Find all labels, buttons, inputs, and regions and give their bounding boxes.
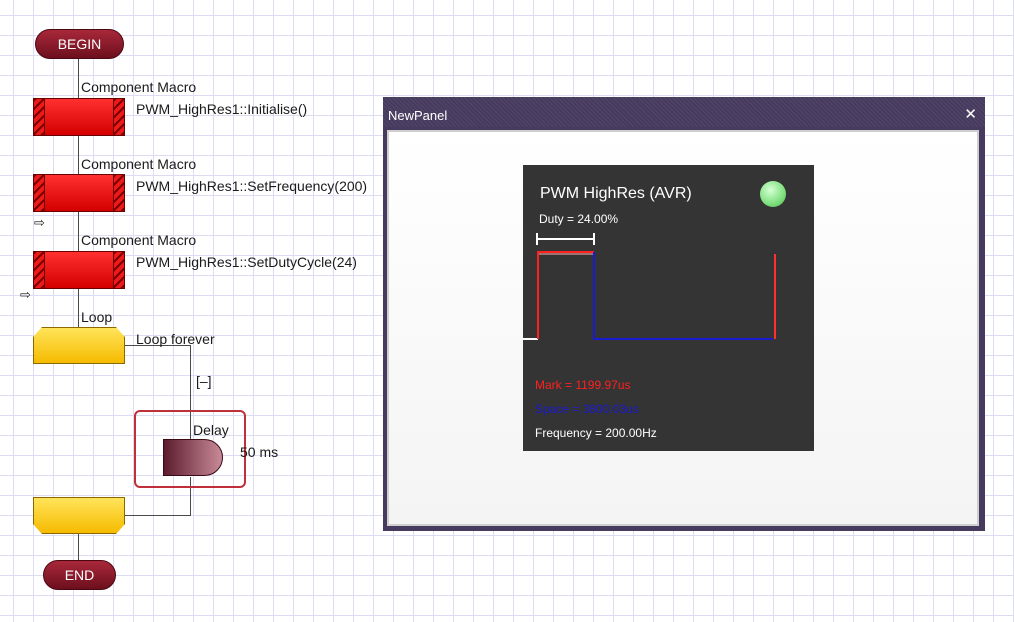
macro-hatch — [113, 175, 124, 211]
collapse-toggle[interactable]: [–] — [196, 373, 212, 389]
new-panel-window: NewPanel ✕ PWM HighRes (AVR) Duty = 24.0… — [383, 97, 985, 531]
connector-line — [78, 58, 79, 98]
arrow-icon: ⇨ — [34, 215, 45, 230]
loop-connector — [124, 515, 191, 516]
connector-line — [78, 289, 79, 327]
macro-hatch — [34, 175, 45, 211]
macro-block-initialise[interactable] — [33, 98, 125, 136]
connector-line — [78, 212, 79, 251]
connector-line — [78, 136, 79, 174]
arrow-icon: ⇨ — [20, 287, 31, 302]
connector-line — [78, 534, 79, 560]
begin-terminator[interactable]: BEGIN — [35, 29, 124, 59]
macro-type-label: Component Macro — [81, 232, 197, 248]
panel-body: PWM HighRes (AVR) Duty = 24.00% Mark = 1… — [387, 130, 979, 526]
macro-call-label: PWM_HighRes1::SetFrequency(200) — [136, 178, 368, 194]
loop-start-block[interactable] — [33, 327, 125, 364]
macro-call-label: PWM_HighRes1::Initialise() — [136, 101, 308, 117]
delay-type-label: Delay — [193, 422, 229, 438]
mark-trace — [537, 251, 594, 339]
macro-block-setdutycycle[interactable] — [33, 251, 125, 289]
space-label: Space = 3800.03us — [535, 402, 639, 416]
macro-type-label: Component Macro — [81, 79, 197, 95]
loop-end-block[interactable] — [33, 497, 125, 534]
space-trace — [593, 252, 773, 340]
delay-block[interactable] — [163, 439, 223, 476]
frequency-label: Frequency = 200.00Hz — [535, 426, 657, 440]
mark-label: Mark = 1199.97us — [535, 378, 631, 392]
macro-hatch — [34, 252, 45, 288]
loop-type-label: Loop — [81, 309, 113, 325]
loop-condition-label: Loop forever — [136, 331, 215, 347]
macro-hatch — [113, 252, 124, 288]
panel-titlebar[interactable]: NewPanel ✕ — [383, 97, 985, 127]
macro-hatch — [34, 99, 45, 135]
macro-call-label: PWM_HighRes1::SetDutyCycle(24) — [136, 254, 357, 270]
macro-hatch — [113, 99, 124, 135]
macro-type-label: Component Macro — [81, 156, 197, 172]
pwm-scope-display: PWM HighRes (AVR) Duty = 24.00% Mark = 1… — [523, 165, 814, 451]
close-icon[interactable]: ✕ — [964, 105, 977, 123]
panel-title: NewPanel — [388, 108, 448, 123]
delay-value-label: 50 ms — [240, 444, 279, 460]
end-terminator[interactable]: END — [43, 560, 116, 590]
macro-block-setfrequency[interactable] — [33, 174, 125, 212]
